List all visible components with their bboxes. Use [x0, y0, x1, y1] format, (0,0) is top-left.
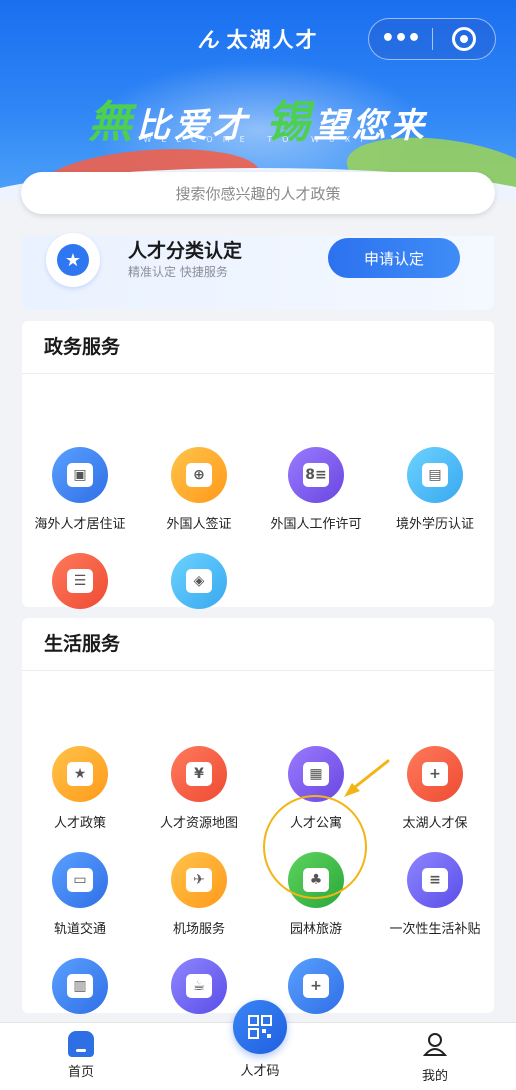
ticket-yen-icon: ¥	[171, 746, 227, 802]
globe-passport-icon: ⊕	[171, 447, 227, 503]
header-banner: ん太湖人才 ••• 無比爱才 锡望您来 WELCOME TO WUXI	[0, 0, 516, 200]
icon-glyph: ▣	[67, 463, 93, 487]
policy-icon: ★	[52, 746, 108, 802]
shield-plus-icon: +	[407, 746, 463, 802]
icon-glyph: ≡	[422, 868, 448, 892]
icon-glyph: ¥	[186, 762, 212, 786]
home-icon	[68, 1031, 94, 1057]
id-card-icon: ▣	[52, 447, 108, 503]
service-label: 一次性生活补贴	[389, 922, 481, 937]
icon-glyph: ◈	[186, 569, 212, 593]
miniapp-capsule: •••	[368, 18, 496, 60]
nav-home-label: 首页	[67, 1065, 94, 1080]
service-label: 海外人才居住证	[34, 517, 126, 532]
service-item[interactable]: ★ 人才政策	[20, 746, 140, 831]
icon-glyph: ☕	[186, 974, 212, 998]
talent-certification-card[interactable]: ★ 人才分类认定 精准认定 快捷服务 申请认定	[22, 233, 494, 310]
service-label: 外国人签证	[166, 517, 232, 532]
medical-kit-icon: +	[288, 958, 344, 1014]
icon-glyph: ☰	[67, 569, 93, 593]
app-title-text: 太湖人才	[226, 28, 319, 52]
life-services-section: 生活服务 ★ 人才政策 ¥ 人才资源地图 ▦ 人才公寓 + 太湖人才保 ▭ 轨道交通 ✈ 机场服务 ♣ 园…	[20, 618, 495, 1043]
icon-glyph: ⊕	[186, 463, 212, 487]
qr-code-icon	[248, 1015, 272, 1039]
service-label: 人才资源地图	[159, 816, 238, 831]
card-icon: ≡	[407, 852, 463, 908]
highlight-circle	[263, 795, 367, 899]
app-logo-icon: ん	[197, 28, 221, 52]
icon-glyph: 8≡	[303, 463, 329, 487]
service-label: 外国人工作许可	[270, 517, 362, 532]
service-label: 机场服务	[172, 922, 225, 937]
nav-talent-code-label[interactable]: 人才码	[213, 1060, 307, 1079]
service-label: 轨道交通	[53, 922, 106, 937]
icon-glyph: ▤	[422, 463, 448, 487]
nav-home[interactable]: 首页	[36, 1031, 126, 1080]
shield-badge-icon: ◈	[171, 553, 227, 609]
close-miniapp-button[interactable]	[433, 27, 495, 51]
service-label: 园林旅游	[289, 922, 342, 937]
service-label: 人才政策	[53, 816, 106, 831]
icon-glyph: ✈	[186, 868, 212, 892]
user-icon	[422, 1033, 448, 1056]
coffee-icon: ☕	[171, 958, 227, 1014]
section-title: 生活服务	[22, 618, 494, 671]
work-permit-icon: 8≡	[288, 447, 344, 503]
apply-certification-button[interactable]: 申请认定	[328, 238, 460, 278]
gov-services-section: 政务服务 ▣海外人才居住证⊕外国人签证8≡外国人工作许可▤境外学历认证☰企业信用…	[20, 321, 495, 638]
airplane-icon: ✈	[171, 852, 227, 908]
service-label: 境外学历认证	[395, 517, 474, 532]
service-item[interactable]: ⊕ 外国人签证	[139, 447, 259, 532]
service-item[interactable]: 8≡ 外国人工作许可	[256, 447, 376, 532]
icon-glyph: +	[422, 762, 448, 786]
service-item[interactable]: ✈ 机场服务	[139, 852, 259, 937]
icon-glyph: ▥	[67, 974, 93, 998]
search-placeholder: 搜索你感兴趣的人才政策	[175, 184, 341, 203]
nav-mine[interactable]: 我的	[390, 1031, 480, 1084]
slogan-subtitle: WELCOME TO WUXI	[143, 135, 373, 144]
service-item[interactable]: ▤ 境外学历认证	[375, 447, 495, 532]
service-item[interactable]: ▭ 轨道交通	[20, 852, 140, 937]
icon-glyph: ★	[67, 762, 93, 786]
service-item[interactable]: ≡ 一次性生活补贴	[375, 852, 495, 937]
more-menu-button[interactable]: •••	[369, 19, 432, 59]
icon-glyph: +	[303, 974, 329, 998]
section-title: 政务服务	[22, 321, 494, 374]
talent-code-button[interactable]	[233, 1000, 287, 1054]
target-icon	[451, 27, 476, 51]
book-icon: ▥	[52, 958, 108, 1014]
icon-glyph: ▦	[303, 762, 329, 786]
award-badge-icon: ★	[46, 233, 100, 287]
report-icon: ☰	[52, 553, 108, 609]
service-item[interactable]: ▣ 海外人才居住证	[20, 447, 140, 532]
certificate-icon: ▤	[407, 447, 463, 503]
icon-glyph: ▭	[67, 868, 93, 892]
banner-subtitle: 精准认定 快捷服务	[128, 265, 228, 279]
pointer-arrow-icon	[344, 759, 390, 797]
building-icon: ▦	[288, 746, 344, 802]
banner-title: 人才分类认定	[128, 240, 243, 262]
service-label: 太湖人才保	[402, 816, 468, 831]
service-item[interactable]: ¥ 人才资源地图	[139, 746, 259, 831]
nav-mine-label: 我的	[421, 1069, 448, 1084]
search-input[interactable]: 搜索你感兴趣的人才政策	[21, 172, 495, 214]
train-icon: ▭	[52, 852, 108, 908]
